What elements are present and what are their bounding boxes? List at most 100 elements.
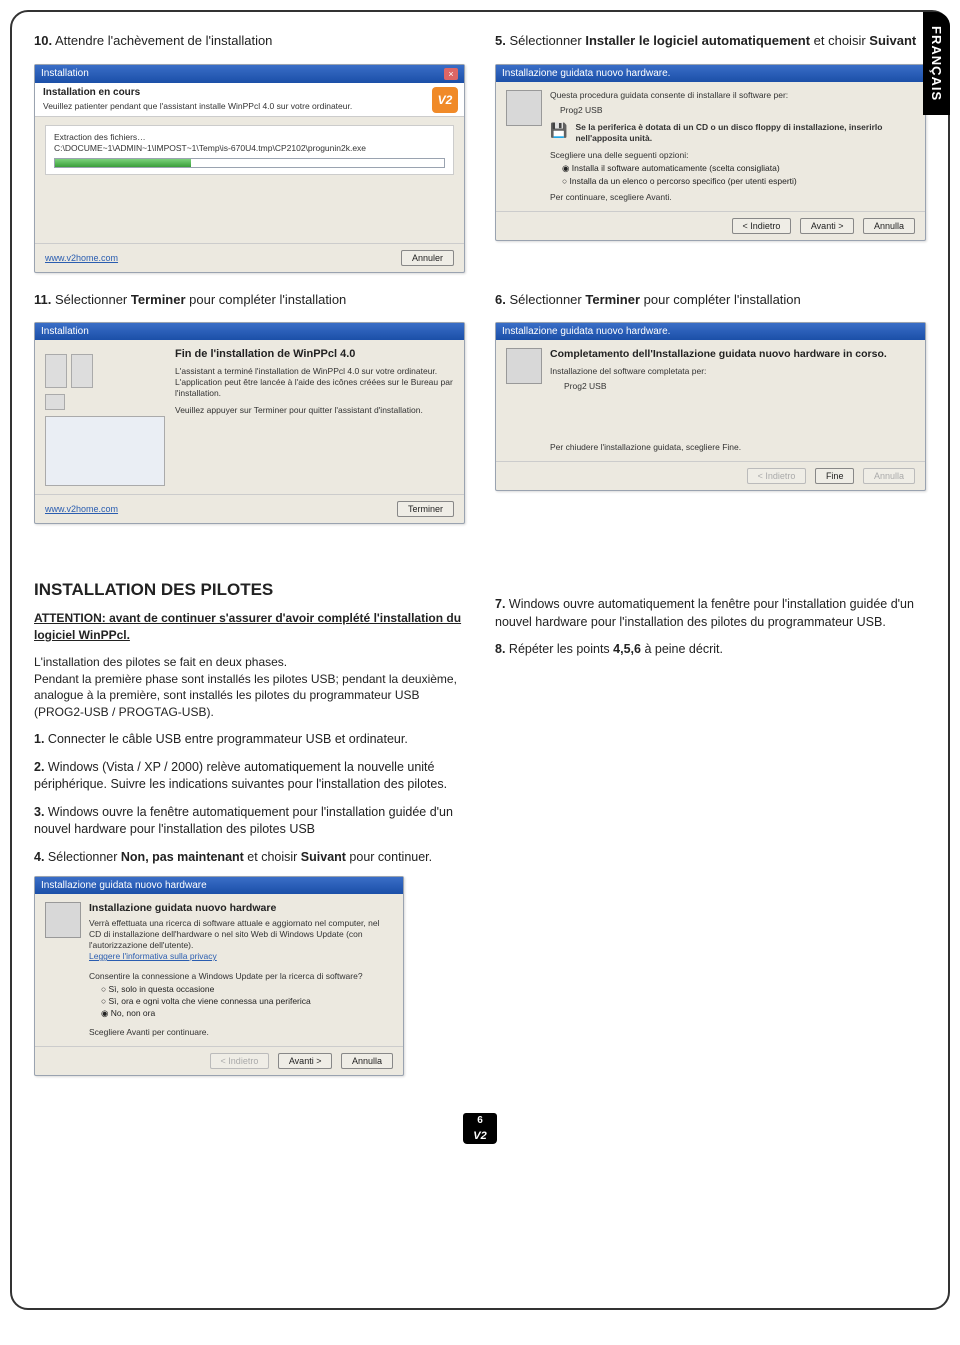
cancel-button[interactable]: Annulla bbox=[863, 218, 915, 234]
finish-button[interactable]: Fine bbox=[815, 468, 855, 484]
step-10-text: Attendre l'achèvement de l'installation bbox=[55, 33, 272, 48]
next-button[interactable]: Avanti > bbox=[800, 218, 855, 234]
page-number: 6 bbox=[463, 1113, 497, 1128]
step-6-post: pour compléter l'installation bbox=[640, 292, 801, 307]
pilotes-item-2: 2. Windows (Vista / XP / 2000) relève au… bbox=[34, 759, 465, 794]
dlg5-device: Prog2 USB bbox=[560, 105, 915, 116]
col-right-2: 6. Sélectionner Terminer pour compléter … bbox=[495, 291, 926, 543]
dlg10-titlebar: Installation × bbox=[35, 65, 464, 83]
dlg4-q: Consentire la connessione a Windows Upda… bbox=[89, 971, 393, 982]
dlg5-titlebar: Installazione guidata nuovo hardware. bbox=[496, 65, 925, 82]
cancel-button[interactable]: Annuler bbox=[401, 250, 454, 266]
dlg11-buttons: www.v2home.com Terminer bbox=[35, 494, 464, 523]
radio-specific-path[interactable]: Installa da un elenco o percorso specifi… bbox=[562, 176, 915, 186]
cancel-button[interactable]: Annulla bbox=[341, 1053, 393, 1069]
privacy-link[interactable]: Leggere l'informativa sulla privacy bbox=[89, 951, 393, 961]
dlg6-done: Installazione del software completata pe… bbox=[550, 366, 915, 377]
dlg10-title: Installation bbox=[41, 68, 89, 79]
dlg4-p: Verrà effettuata una ricerca di software… bbox=[89, 918, 393, 951]
page-frame: FRANÇAIS 10. Attendre l'achèvement de l'… bbox=[10, 10, 950, 1310]
step-5-pre: Sélectionner bbox=[509, 33, 585, 48]
step-11-pre: Sélectionner bbox=[55, 292, 131, 307]
dialog-install-finish: Installation Fin de l'installation de Wi… bbox=[34, 322, 465, 524]
pilotes-item-3: 3. Windows ouvre la fenêtre automatiquem… bbox=[34, 804, 465, 839]
pilotes-left: INSTALLATION DES PILOTES ATTENTION: avan… bbox=[34, 552, 465, 1094]
progress-bar bbox=[54, 158, 445, 168]
step-10-num: 10. bbox=[34, 33, 52, 48]
dlg5-desc: Questa procedura guidata consente di ins… bbox=[550, 90, 915, 101]
dlg5-cd: Se la periferica è dotata di un CD o un … bbox=[575, 122, 915, 144]
pilotes-item-4: 4. Sélectionner Non, pas maintenant et c… bbox=[34, 849, 465, 867]
step-10: 10. Attendre l'achèvement de l'installat… bbox=[34, 32, 465, 50]
row-1: 10. Attendre l'achèvement de l'installat… bbox=[34, 32, 926, 291]
dlg10-headline: Installation en cours bbox=[43, 87, 456, 98]
dialog-hw-wizard-done: Installazione guidata nuovo hardware. Co… bbox=[495, 322, 926, 491]
dlg6-buttons: < Indietro Fine Annulla bbox=[496, 461, 925, 490]
step-11-num: 11. bbox=[34, 292, 51, 307]
hardware-icon bbox=[45, 902, 81, 938]
step-6: 6. Sélectionner Terminer pour compléter … bbox=[495, 291, 926, 309]
next-button[interactable]: Avanti > bbox=[278, 1053, 333, 1069]
hardware-icon bbox=[506, 90, 542, 126]
dialog-hw-wizard-privacy: Installazione guidata nuovo hardware Ins… bbox=[34, 876, 404, 1076]
step-5-b2: Suivant bbox=[869, 33, 916, 48]
radio-auto-install[interactable]: Installa il software automaticamente (sc… bbox=[562, 163, 915, 174]
language-tab: FRANÇAIS bbox=[923, 12, 950, 115]
dlg11-title: Installation bbox=[41, 326, 89, 337]
pilotes-right: 7. Windows ouvre automatiquement la fenê… bbox=[495, 552, 926, 1094]
finish-button[interactable]: Terminer bbox=[397, 501, 454, 517]
radio-no-not-now[interactable]: No, non ora bbox=[101, 1008, 393, 1019]
pilotes-item-8: 8. Répéter les points 4,5,6 à peine décr… bbox=[495, 641, 926, 659]
dlg11-p2: Veuillez appuyer sur Terminer pour quitt… bbox=[175, 405, 454, 416]
dlg4-headline: Installazione guidata nuovo hardware bbox=[89, 902, 393, 914]
back-button[interactable]: < Indietro bbox=[732, 218, 792, 234]
dlg5-continue: Per continuare, scegliere Avanti. bbox=[550, 192, 915, 203]
step-6-bold: Terminer bbox=[585, 292, 640, 307]
pilotes-item-7: 7. Windows ouvre automatiquement la fenê… bbox=[495, 596, 926, 631]
step-11-post: pour compléter l'installation bbox=[186, 292, 347, 307]
step-5-mid: et choisir bbox=[810, 33, 869, 48]
col-right-1: 5. Sélectionner Installer le logiciel au… bbox=[495, 32, 926, 291]
dlg6-headline: Completamento dell'Installazione guidata… bbox=[550, 348, 915, 360]
radio-yes-always[interactable]: Sì, ora e ogni volta che viene connessa … bbox=[101, 996, 393, 1006]
hardware-icon bbox=[506, 348, 542, 384]
dlg11-sidebar bbox=[45, 348, 165, 486]
dlg11-p1: L'assistant a terminé l'installation de … bbox=[175, 366, 454, 399]
dialog-install-progress: Installation × Installation en cours Veu… bbox=[34, 64, 465, 273]
pilotes-body: L'installation des pilotes se fait en de… bbox=[34, 654, 465, 721]
step-6-num: 6. bbox=[495, 292, 506, 307]
dlg5-title: Installazione guidata nuovo hardware. bbox=[502, 68, 670, 79]
dlg6-device: Prog2 USB bbox=[564, 381, 915, 392]
dlg10-buttons: www.v2home.com Annuler bbox=[35, 243, 464, 272]
dlg10-header: Installation en cours Veuillez patienter… bbox=[35, 83, 464, 117]
dlg4-titlebar: Installazione guidata nuovo hardware bbox=[35, 877, 403, 894]
v2home-link[interactable]: www.v2home.com bbox=[45, 504, 118, 514]
pilotes-attention: ATTENTION: avant de continuer s'assurer … bbox=[34, 610, 465, 644]
v2home-link[interactable]: www.v2home.com bbox=[45, 253, 118, 263]
radio-yes-once[interactable]: Sì, solo in questa occasione bbox=[101, 984, 393, 994]
step-11: 11. Sélectionner Terminer pour compléter… bbox=[34, 291, 465, 309]
col-left-2: 11. Sélectionner Terminer pour compléter… bbox=[34, 291, 465, 543]
pilotes-item-1: 1. Connecter le câble USB entre programm… bbox=[34, 731, 465, 749]
dlg5-buttons: < Indietro Avanti > Annulla bbox=[496, 211, 925, 240]
dlg4-title: Installazione guidata nuovo hardware bbox=[41, 880, 207, 891]
back-button: < Indietro bbox=[747, 468, 807, 484]
pilotes-title: INSTALLATION DES PILOTES bbox=[34, 580, 465, 600]
step-5-num: 5. bbox=[495, 33, 506, 48]
footer-logo: V2 bbox=[463, 1128, 496, 1144]
v2-logo-icon: V2 bbox=[432, 87, 458, 113]
dlg6-close: Per chiudere l'installazione guidata, sc… bbox=[550, 442, 915, 453]
dialog-hw-wizard-auto: Installazione guidata nuovo hardware. Qu… bbox=[495, 64, 926, 241]
step-5-b1: Installer le logiciel automatiquement bbox=[585, 33, 810, 48]
dlg4-cont: Scegliere Avanti per continuare. bbox=[89, 1027, 393, 1038]
dlg5-choose: Scegliere una delle seguenti opzioni: bbox=[550, 150, 915, 161]
dlg11-titlebar: Installation bbox=[35, 323, 464, 340]
close-icon[interactable]: × bbox=[444, 68, 458, 80]
dlg10-extracting: Extraction des fichiers… bbox=[54, 132, 445, 143]
dlg11-headline: Fin de l'installation de WinPPcl 4.0 bbox=[175, 348, 454, 360]
page-footer: 6 V2 bbox=[34, 1112, 926, 1144]
dlg6-title: Installazione guidata nuovo hardware. bbox=[502, 326, 670, 337]
cancel-button: Annulla bbox=[863, 468, 915, 484]
dlg4-buttons: < Indietro Avanti > Annulla bbox=[35, 1046, 403, 1075]
dlg10-path: C:\DOCUME~1\ADMIN~1\IMPOST~1\Temp\is-670… bbox=[54, 143, 445, 154]
